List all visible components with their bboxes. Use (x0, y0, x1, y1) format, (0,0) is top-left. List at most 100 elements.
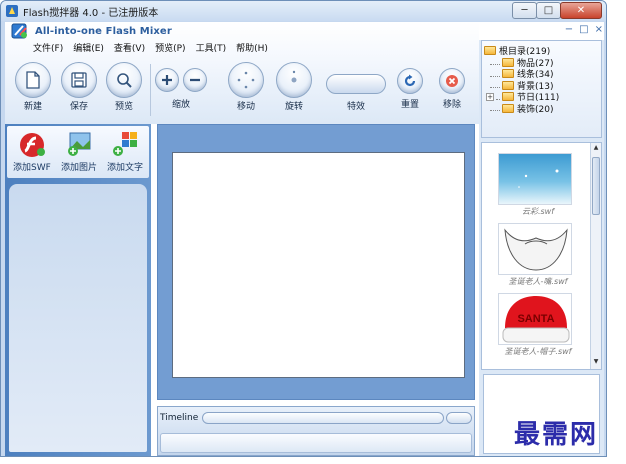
app-body: All-into-one Flash Mixer − □ × 文件(F) 编辑(… (5, 22, 604, 456)
timeline-end-button[interactable] (446, 412, 472, 424)
flash-mixer-logo-icon (11, 23, 27, 39)
folder-icon (484, 46, 496, 56)
add-swf-label: 添加SWF (13, 163, 51, 173)
thumbnail-clouds[interactable] (498, 153, 572, 205)
zoom-in-button[interactable] (155, 68, 179, 92)
effects-button[interactable]: 特效 (326, 74, 386, 112)
scroll-thumb[interactable] (592, 157, 600, 215)
preview-label: 预览 (114, 102, 133, 112)
thumbnail-santa-hat[interactable]: SANTA (498, 293, 572, 345)
thumbnail-label: 云彩.swf (521, 207, 555, 216)
maximize-button[interactable]: □ (536, 2, 561, 19)
timeline-track[interactable] (202, 412, 444, 424)
inner-restore-button[interactable]: □ (579, 24, 588, 35)
reset-label: 重置 (400, 100, 419, 110)
remove-x-icon (446, 75, 458, 87)
expand-icon[interactable]: + (486, 92, 494, 101)
thumbnail-scrollbar[interactable]: ▲ ▼ (590, 143, 601, 369)
add-swf-button[interactable]: 添加SWF (13, 130, 51, 173)
thumbnail-label: 圣诞老人-嘴.swf (508, 277, 568, 286)
move-arrows-icon (237, 71, 255, 89)
menu-edit[interactable]: 编辑(E) (73, 41, 104, 54)
window-title: Flash搅拌器 4.0 - 已注册版本 (23, 7, 159, 19)
app-icon (6, 5, 18, 17)
inner-close-button[interactable]: × (595, 24, 603, 35)
minus-icon (190, 78, 200, 82)
move-button[interactable]: 移动 (228, 62, 264, 112)
main-window: Flash搅拌器 4.0 - 已注册版本 ─ □ ✕ All-into-one … (0, 0, 607, 457)
inner-titlebar: All-into-one Flash Mixer − □ × (5, 22, 603, 40)
library-tree: 根目录(219) 物品(27) 线条(34) 背景(13) + 节日(111) … (481, 40, 602, 138)
refresh-icon (404, 74, 416, 87)
zoom-label: 缩放 (171, 100, 190, 110)
folder-icon (502, 92, 514, 102)
folder-icon (502, 80, 514, 90)
tree-item-label: 装饰(20) (517, 104, 554, 115)
menu-help[interactable]: 帮助(H) (236, 41, 268, 54)
layer-list[interactable] (9, 184, 147, 452)
rotate-label: 旋转 (284, 102, 303, 112)
preview-button[interactable]: 预览 (106, 62, 142, 112)
timeline-label: Timeline (160, 413, 199, 423)
close-button[interactable]: ✕ (560, 2, 602, 19)
add-text-label: 添加文字 (107, 163, 144, 173)
effects-label: 特效 (346, 102, 365, 112)
timeline-panel: Timeline (157, 406, 475, 456)
watermark: 最需网 (514, 420, 599, 450)
app-header: All-into-one Flash Mixer − □ × 文件(F) 编辑(… (5, 22, 603, 124)
add-image-button[interactable]: 添加图片 (61, 130, 97, 173)
menu-preview[interactable]: 预览(P) (155, 41, 185, 54)
new-document-icon (26, 71, 40, 89)
scroll-up-icon[interactable]: ▲ (592, 144, 600, 154)
move-label: 移动 (236, 102, 255, 112)
stage-frame (157, 124, 475, 400)
left-panel: 添加SWF 添加图片 添加文字 (5, 124, 151, 456)
add-text-button[interactable]: 添加文字 (107, 130, 143, 173)
add-tools: 添加SWF 添加图片 添加文字 (7, 126, 149, 178)
thumbnail-label: 圣诞老人-帽子.swf (504, 347, 572, 356)
rotate-button[interactable]: 旋转 (276, 62, 312, 112)
new-label: 新建 (23, 102, 42, 112)
folder-icon (502, 103, 514, 113)
thumbnail-santa-beard[interactable] (498, 223, 572, 275)
santa-hat-preview: SANTA (502, 296, 570, 343)
swf-file-icon (19, 133, 45, 157)
hat-text: SANTA (517, 313, 554, 325)
timeline-frames[interactable] (160, 433, 472, 453)
zoom-out-button[interactable] (183, 68, 207, 92)
menu-file[interactable]: 文件(F) (33, 41, 63, 54)
zoom-control: 缩放 (155, 68, 207, 110)
tree-item[interactable]: 装饰(20) (484, 103, 599, 115)
toolbar: 新建 保存 预览 缩放 移动 旋转 特效 重置 移除 (11, 60, 475, 122)
menu-view[interactable]: 查看(V) (114, 41, 145, 54)
stage-area: Timeline (151, 124, 479, 456)
new-button[interactable]: 新建 (15, 62, 51, 112)
text-file-icon (113, 132, 137, 156)
scroll-down-icon[interactable]: ▼ (592, 358, 600, 368)
save-button[interactable]: 保存 (61, 62, 97, 112)
rotate-dial-icon (291, 70, 297, 83)
thumbnail-list: 云彩.swf 圣诞老人-嘴.swf SANTA 圣诞老人-帽子.swf ▲ ▼ (481, 142, 602, 370)
stage-canvas[interactable] (172, 152, 465, 378)
magnifier-icon (117, 73, 132, 88)
remove-button[interactable]: 移除 (439, 68, 465, 110)
reset-button[interactable]: 重置 (397, 68, 423, 110)
folder-icon (502, 57, 514, 67)
effects-slider[interactable] (326, 74, 386, 94)
app-title: All-into-one Flash Mixer (35, 25, 172, 37)
right-panel: 根目录(219) 物品(27) 线条(34) 背景(13) + 节日(111) … (479, 40, 604, 456)
remove-label: 移除 (442, 100, 461, 110)
minimize-button[interactable]: ─ (512, 2, 537, 19)
menu-tools[interactable]: 工具(T) (196, 41, 227, 54)
save-label: 保存 (69, 102, 88, 112)
santa-beard-preview (504, 228, 568, 271)
add-image-label: 添加图片 (61, 163, 98, 173)
save-disk-icon (71, 72, 87, 88)
folder-icon (502, 69, 514, 79)
plus-icon (162, 75, 172, 85)
window-titlebar[interactable]: Flash搅拌器 4.0 - 已注册版本 ─ □ ✕ (1, 1, 606, 21)
clouds-preview (518, 169, 559, 188)
inner-minimize-button[interactable]: − (565, 24, 573, 35)
toolbar-separator (150, 64, 151, 116)
menu-bar: 文件(F) 编辑(E) 查看(V) 预览(P) 工具(T) 帮助(H) (33, 41, 268, 54)
